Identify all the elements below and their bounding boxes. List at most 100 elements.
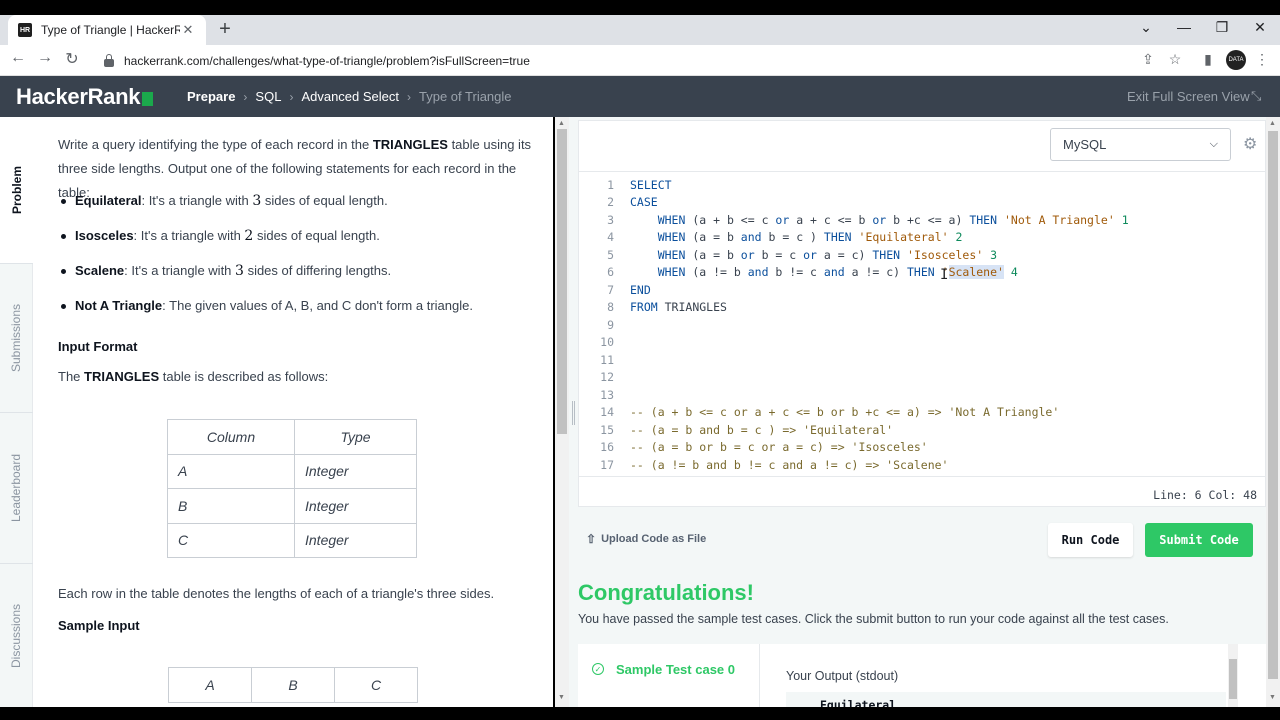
line-text[interactable]: SELECT [614,178,672,192]
tab-discussions[interactable]: Discussions [0,564,33,707]
back-icon[interactable]: ← [8,49,28,67]
line-text[interactable]: -- (a = b or b = c or a = c) => 'Isoscel… [614,440,928,454]
line-text[interactable]: CASE [614,195,658,209]
tab-leaderboard[interactable]: Leaderboard [0,413,33,564]
breadcrumb-sql[interactable]: SQL [255,89,281,104]
reload-icon[interactable]: ↻ [62,49,82,69]
code-line[interactable]: 4 WHEN (a = b and b = c ) THEN 'Equilate… [579,229,1265,247]
minimize-icon[interactable]: — [1169,19,1199,35]
site-header: HackerRank Prepare › SQL › Advanced Sele… [0,76,1280,117]
table-cell: Integer [294,488,417,524]
table-row: C Integer [167,522,417,558]
code-line[interactable]: 7 END [579,281,1265,299]
bullet-text: sides of equal length. [261,193,388,208]
line-number: 4 [607,230,614,245]
page-scrollbar[interactable]: ▲ ▼ [1266,117,1280,707]
scroll-thumb[interactable] [557,129,567,434]
bottom-edge [0,707,1280,720]
gear-icon[interactable]: ⚙ [1243,134,1257,154]
forward-icon[interactable]: → [35,49,55,67]
code-line[interactable]: 1 SELECT [579,176,1265,194]
code-line[interactable]: 15 -- (a = b and b = c ) => 'Equilateral' [579,421,1265,439]
scroll-thumb[interactable] [1229,659,1237,699]
run-code-button[interactable]: Run Code [1048,523,1133,557]
column-header: B [251,667,335,703]
upload-label: Upload Code as File [601,533,707,545]
upload-icon: ⇧ [586,532,597,546]
exit-fullscreen-link[interactable]: Exit Full Screen View [1127,89,1250,104]
code-line[interactable]: 3 WHEN (a + b <= c or a + c <= b or b +c… [579,211,1265,229]
collapse-icon[interactable]: ⤡ [1251,88,1261,104]
code-line[interactable]: 6 WHEN (a != b and b != c and a != c) TH… [579,264,1265,282]
code-line[interactable]: 12 [579,369,1265,387]
chevron-right-icon: › [243,89,248,104]
code-line[interactable]: 13 [579,386,1265,404]
line-text[interactable]: WHEN (a = b or b = c or a = c) THEN 'Iso… [614,248,997,262]
problem-pane: Write a query identifying the type of ea… [33,117,553,707]
bullet-term: Isosceles [75,228,134,243]
table-cell: Integer [294,453,417,489]
line-text[interactable]: -- (a = b and b = c ) => 'Equilateral' [614,423,893,437]
share-icon[interactable]: ⇪ [1138,51,1158,68]
scroll-thumb[interactable] [1268,131,1278,679]
code-line[interactable]: 10 [579,334,1265,352]
line-text[interactable]: -- (a + b <= c or a + c <= b or b +c <= … [614,405,1059,419]
side-tabs: Problem Submissions Leaderboard Discussi… [0,117,33,707]
scroll-up-icon[interactable]: ▲ [558,120,565,127]
hackerrank-logo[interactable]: HackerRank [16,84,154,110]
code-line[interactable]: 5 WHEN (a = b or b = c or a = c) THEN 'I… [579,246,1265,264]
breadcrumb-prepare[interactable]: Prepare [187,89,235,104]
maximize-icon[interactable]: ❐ [1207,19,1237,36]
side-panel-icon[interactable]: ▮ [1198,51,1218,68]
text-cursor-icon: I [940,267,949,283]
tab-search-icon[interactable]: ⌄ [1131,19,1161,36]
tab-submissions[interactable]: Submissions [0,264,33,413]
submit-code-button[interactable]: Submit Code [1145,523,1253,557]
code-line[interactable]: 14 -- (a + b <= c or a + c <= b or b +c <… [579,404,1265,422]
line-text[interactable]: FROM TRIANGLES [614,300,727,314]
new-tab-icon[interactable]: + [215,18,235,41]
menu-kebab-icon[interactable]: ⋮ [1252,51,1272,68]
code-line[interactable]: 11 [579,351,1265,369]
table-header-row: A B C [168,667,418,703]
scroll-up-icon[interactable]: ▲ [1269,120,1276,127]
input-desc-1: The [58,369,85,384]
drag-handle-icon[interactable] [572,401,575,425]
line-number: 7 [607,282,614,297]
pane-resizer[interactable] [569,117,578,707]
code-editor-container: MySQL ⌵ ⚙ 1 SELECT 2 CASE 3 WHEN (a + b <= c… [578,120,1266,507]
schema-table: Column Type A Integer B Integer C Intege… [167,419,417,558]
line-text[interactable]: END [614,283,651,297]
address-bar[interactable]: hackerrank.com/challenges/what-type-of-t… [92,48,1192,74]
table-cell: Integer [294,522,417,558]
tab-submissions-label: Submissions [9,303,24,373]
code-line[interactable]: 8 FROM TRIANGLES [579,299,1265,317]
close-window-icon[interactable]: ✕ [1245,19,1275,36]
code-line[interactable]: 17 -- (a != b and b != c and a != c) => '… [579,456,1265,474]
line-number: 5 [607,247,614,262]
line-text[interactable]: WHEN (a != b and b != c and a != c) THEN… [614,265,1018,280]
line-number: 8 [607,300,614,315]
scroll-down-icon[interactable]: ▼ [558,694,565,701]
line-text[interactable]: WHEN (a = b and b = c ) THEN 'Equilatera… [614,230,963,244]
scroll-down-icon[interactable]: ▼ [1269,694,1276,701]
code-line[interactable]: 2 CASE [579,194,1265,212]
browser-tab[interactable]: HR Type of Triangle | HackerRank ✕ [8,15,206,45]
tab-problem[interactable]: Problem [0,117,33,264]
line-text[interactable]: -- (a != b and b != c and a != c) => 'Sc… [614,458,949,472]
close-tab-icon[interactable]: ✕ [180,22,196,38]
testcase-tab[interactable]: ✓ Sample Test case 0 [578,644,758,694]
language-select[interactable]: MySQL ⌵ [1050,128,1231,161]
profile-avatar[interactable]: DATA [1226,50,1246,70]
editor-pane: MySQL ⌵ ⚙ 1 SELECT 2 CASE 3 WHEN (a + b <= c… [578,117,1266,707]
breadcrumb-advanced-select[interactable]: Advanced Select [301,89,399,104]
output-scrollbar[interactable] [1228,644,1238,707]
code-line[interactable]: 9 [579,316,1265,334]
line-text[interactable]: WHEN (a + b <= c or a + c <= b or b +c <… [614,213,1129,227]
code-line[interactable]: 16 -- (a = b or b = c or a = c) => 'Isosc… [579,439,1265,457]
bookmark-star-icon[interactable]: ☆ [1165,51,1185,68]
code-editor[interactable]: 1 SELECT 2 CASE 3 WHEN (a + b <= c or a + c … [579,176,1265,474]
upload-code-button[interactable]: ⇧ Upload Code as File [586,532,706,546]
editor-divider [579,171,1265,172]
problem-scrollbar[interactable]: ▲ ▼ [555,117,569,707]
